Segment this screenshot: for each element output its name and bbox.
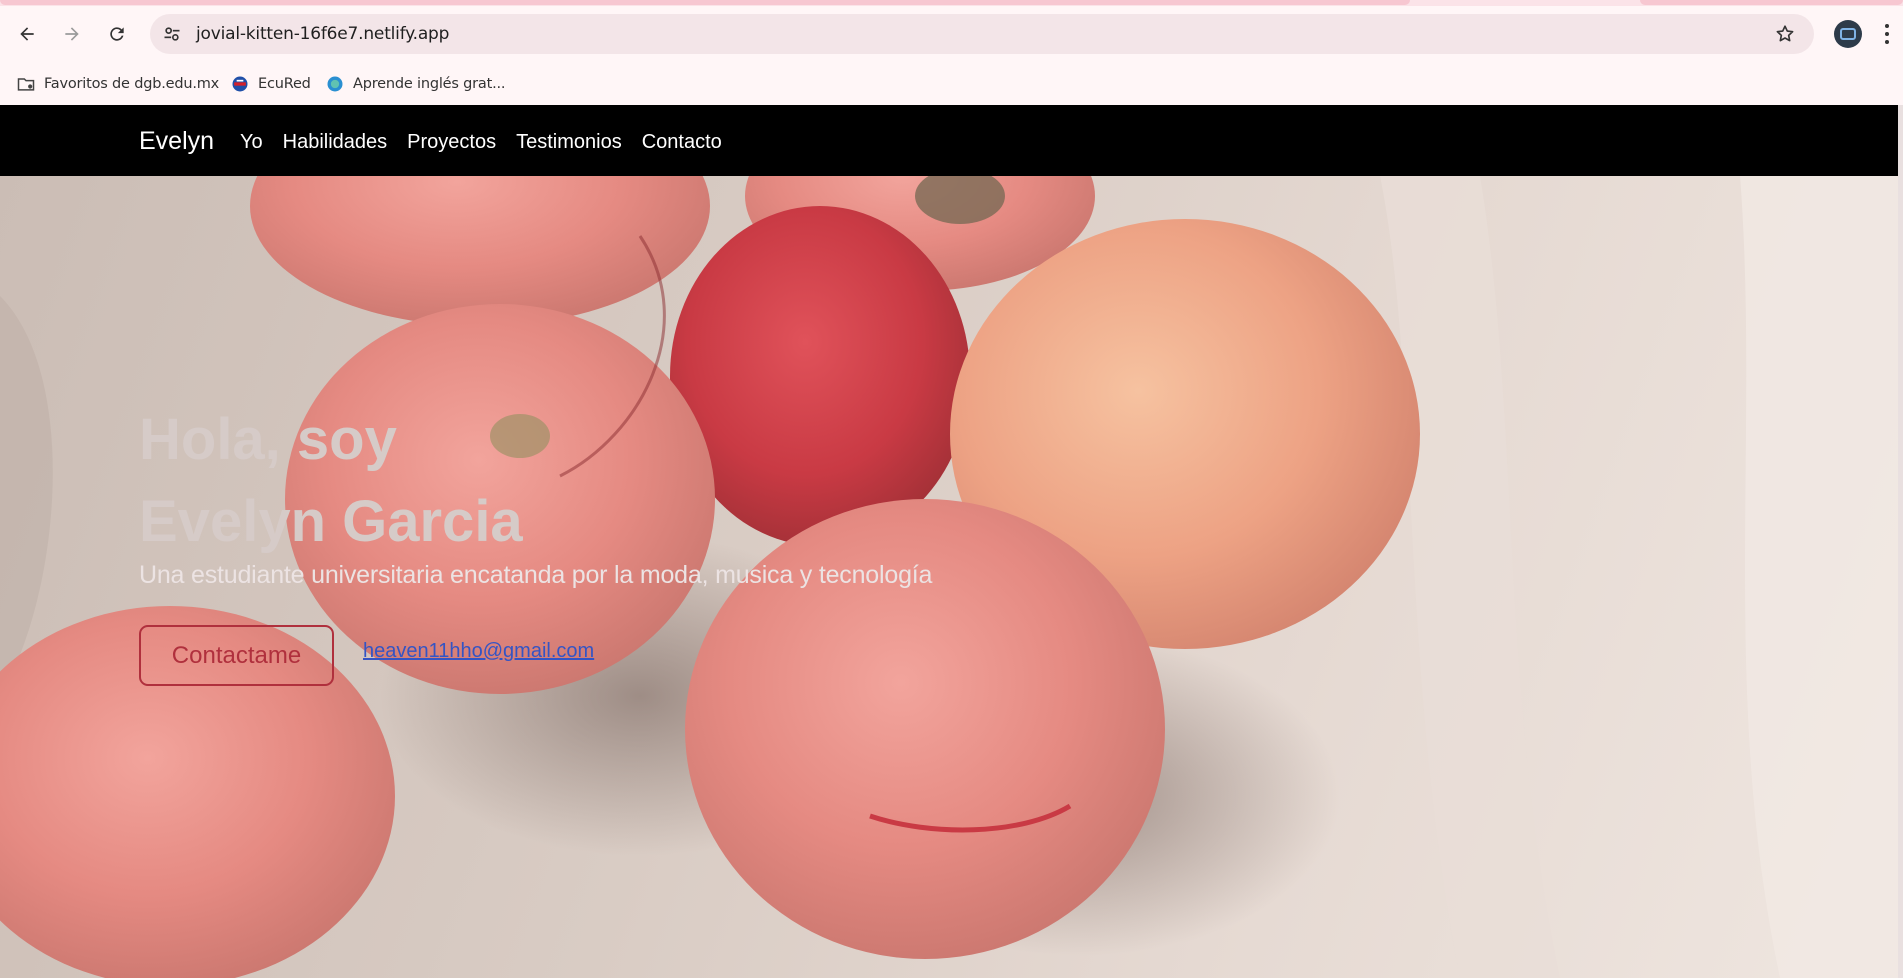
globe-icon	[327, 76, 343, 92]
hero-title-line1: Hola, soy	[139, 407, 397, 472]
contact-button[interactable]: Contactame	[139, 625, 334, 686]
navbar-brand[interactable]: Evelyn	[139, 127, 214, 156]
bookmark-item[interactable]: Aprende inglés grat...	[325, 74, 506, 94]
arrow-left-icon	[20, 27, 34, 41]
hero-title: Hola, soy Evelyn Garcia	[139, 399, 939, 563]
star-icon[interactable]	[1774, 23, 1796, 45]
tab-strip-background	[1640, 0, 1903, 5]
nav-link-proyectos[interactable]: Proyectos	[407, 131, 496, 154]
hero-subtitle: Una estudiante universitaria encatanda p…	[139, 561, 933, 589]
bookmark-label: Favoritos de dgb.edu.mx	[44, 76, 220, 92]
page-scrollbar[interactable]	[1898, 105, 1903, 978]
kebab-icon[interactable]	[1882, 22, 1892, 46]
folder-icon	[17, 78, 35, 91]
bookmark-item[interactable]: EcuRed	[230, 74, 311, 94]
reload-icon	[110, 27, 124, 41]
email-link[interactable]: heaven11hho@gmail.com	[363, 640, 594, 663]
bookmark-label: Aprende inglés grat...	[353, 76, 506, 92]
avatar-image	[1840, 28, 1856, 40]
forward-button[interactable]	[57, 19, 87, 49]
bookmarks-bar: Favoritos de dgb.edu.mx EcuRed Aprende i…	[0, 64, 1903, 105]
bookmark-label: EcuRed	[258, 76, 311, 92]
reload-button[interactable]	[102, 19, 132, 49]
nav-link-testimonios[interactable]: Testimonios	[516, 131, 622, 154]
site-navbar: Evelyn Yo Habilidades Proyectos Testimon…	[0, 105, 1898, 176]
ecured-icon	[232, 76, 248, 92]
tab-strip-background	[0, 0, 1410, 5]
hero-title-line2: Evelyn Garcia	[139, 489, 523, 554]
avatar[interactable]	[1834, 20, 1862, 48]
web-page: Evelyn Yo Habilidades Proyectos Testimon…	[0, 105, 1898, 978]
address-bar[interactable]: jovial-kitten-16f6e7.netlify.app	[150, 14, 1814, 54]
browser-toolbar: jovial-kitten-16f6e7.netlify.app	[0, 6, 1903, 64]
nav-link-contacto[interactable]: Contacto	[642, 131, 722, 154]
nav-links: Yo Habilidades Proyectos Testimonios Con…	[240, 131, 742, 154]
nav-link-habilidades[interactable]: Habilidades	[283, 131, 388, 154]
hero-section: Hola, soy Evelyn Garcia Una estudiante u…	[0, 176, 1898, 978]
arrow-right-icon	[65, 27, 79, 41]
nav-link-yo[interactable]: Yo	[240, 131, 263, 154]
back-button[interactable]	[12, 19, 42, 49]
url-text[interactable]: jovial-kitten-16f6e7.netlify.app	[196, 24, 449, 44]
tune-icon[interactable]	[162, 24, 182, 44]
bookmark-item[interactable]: Favoritos de dgb.edu.mx	[16, 74, 219, 94]
